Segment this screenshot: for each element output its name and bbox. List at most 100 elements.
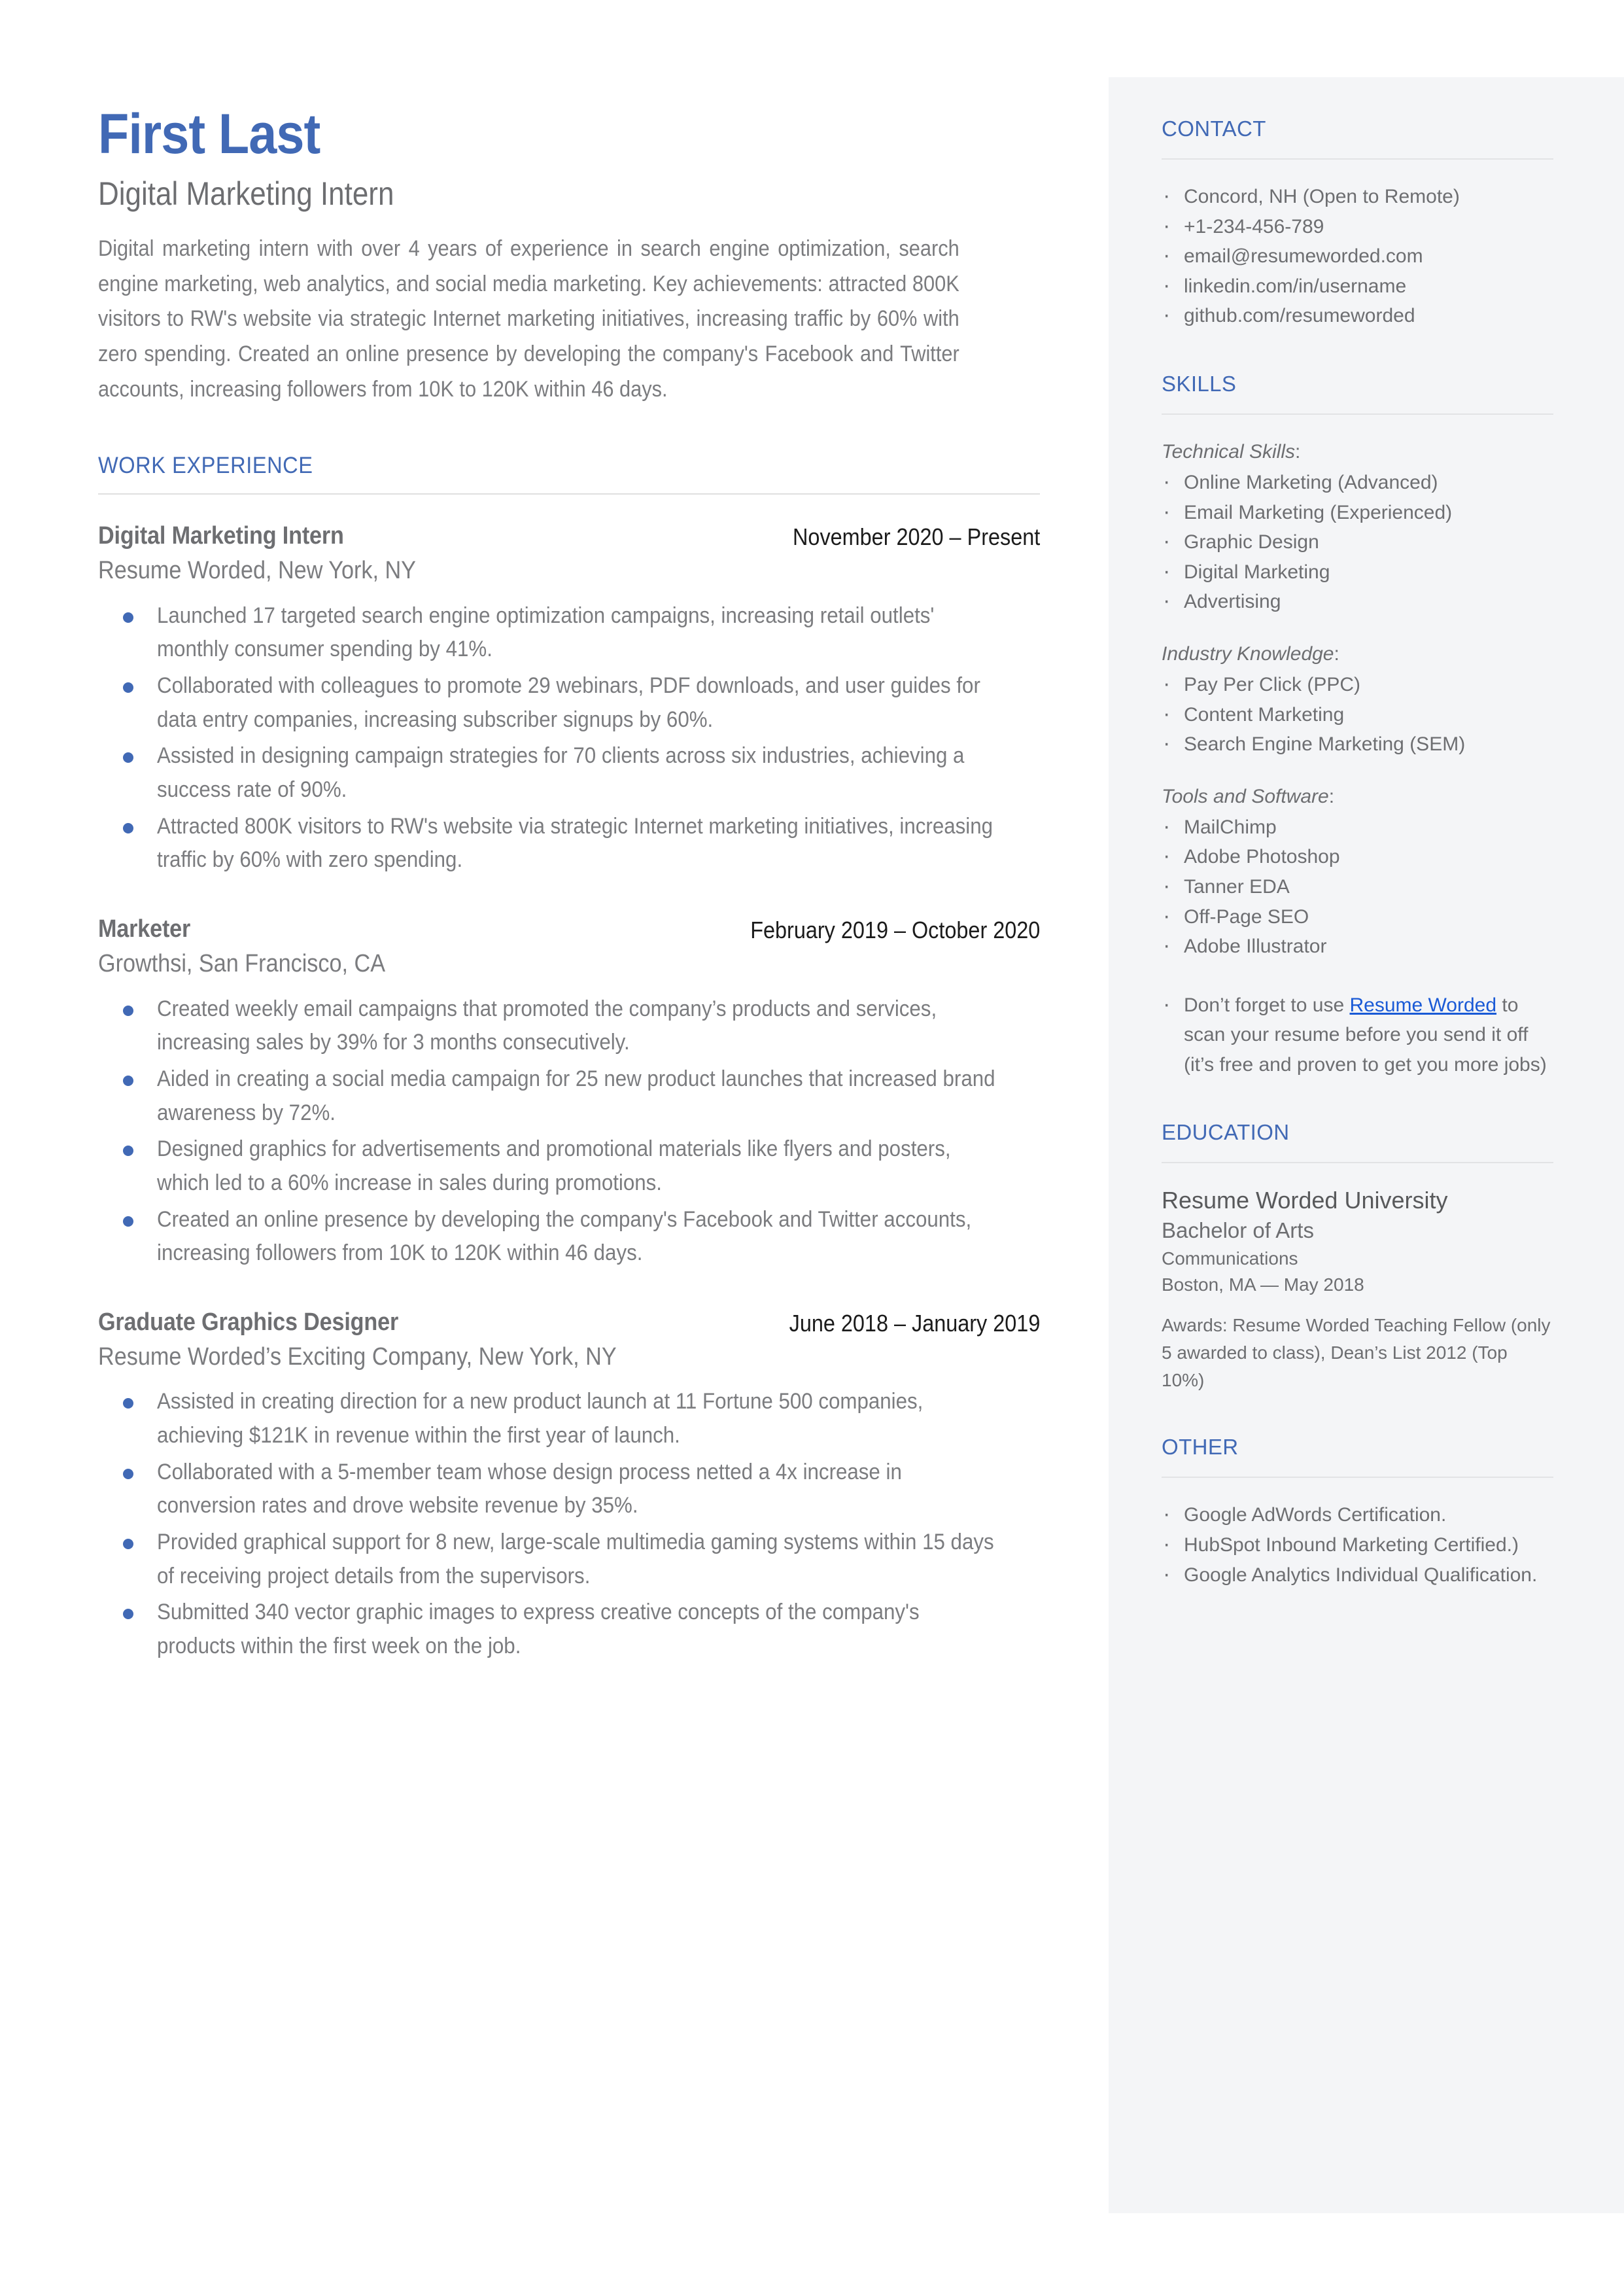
job-company-location: Resume Worded, New York, NY [98, 557, 416, 585]
summary-paragraph: Digital marketing intern with over 4 yea… [98, 236, 959, 402]
list-item: Submitted 340 vector graphic images to e… [98, 1596, 1007, 1663]
resume-worded-link[interactable]: Resume Worded [1349, 994, 1496, 1016]
section-title-education: EDUCATION [1162, 1120, 1290, 1145]
education-field: Communications [1162, 1248, 1298, 1269]
work-experience-entry: Marketer February 2019 – October 2020 Grow… [98, 915, 1040, 1270]
sidebar-section-other: OTHER Google AdWords Certification.HubSp… [1162, 1435, 1553, 1591]
bullet-text: Provided graphical support for 8 new, la… [157, 1530, 994, 1588]
contact-item: Concord, NH (Open to Remote) [1162, 179, 1553, 213]
section-divider [98, 493, 1040, 495]
contact-item: email@resumeworded.com [1162, 239, 1553, 272]
list-item: Online Marketing (Advanced) [1162, 465, 1553, 499]
skill-group-label: Tools and Software: [1162, 785, 1335, 807]
skill-group-label: Industry Knowledge: [1162, 642, 1339, 665]
list-item: Content Marketing [1162, 697, 1553, 731]
sidebar-section-skills: SKILLS Technical Skills:Online Marketing… [1162, 372, 1553, 1080]
bullet-text: Launched 17 targeted search engine optim… [157, 603, 935, 662]
work-experience-entry: Digital Marketing Intern November 2020 – … [98, 522, 1040, 877]
section-divider [1162, 413, 1553, 415]
skill-group: Tools and Software: MailChimpAdobe Photos… [1162, 782, 1553, 963]
job-company-location: Growthsi, San Francisco, CA [98, 950, 386, 978]
work-experience-entry: Graduate Graphics Designer June 2018 – Ja… [98, 1308, 1040, 1664]
job-title: Graduate Graphics Designer [98, 1308, 399, 1336]
job-bullet-list: Launched 17 targeted search engine optim… [98, 599, 1007, 877]
skill-group-colon: : [1334, 642, 1339, 665]
section-title-work-experience: WORK EXPERIENCE [98, 453, 313, 479]
list-item: Launched 17 targeted search engine optim… [98, 599, 1007, 667]
list-item: Assisted in creating direction for a new… [98, 1385, 1007, 1452]
job-company-location: Resume Worded’s Exciting Company, New Yo… [98, 1342, 617, 1371]
list-item: Collaborated with a 5-member team whose … [98, 1456, 1007, 1523]
main-column: First Last Digital Marketing Intern Digi… [98, 105, 1040, 1678]
list-item: Pay Per Click (PPC) [1162, 667, 1553, 701]
skill-group: Technical Skills:Online Marketing (Advan… [1162, 437, 1553, 618]
bullet-text: Collaborated with a 5-member team whose … [157, 1459, 902, 1518]
job-dates: February 2019 – October 2020 [750, 917, 1040, 944]
list-item: Digital Marketing [1162, 555, 1553, 588]
job-header-row: Marketer February 2019 – October 2020 [98, 915, 1040, 947]
list-item: Tanner EDA [1162, 869, 1553, 903]
list-item: Created weekly email campaigns that prom… [98, 992, 1007, 1060]
work-experience-list: Digital Marketing Intern November 2020 – … [98, 522, 1040, 1663]
section-title-skills: SKILLS [1162, 371, 1237, 396]
contact-item: github.com/resumeworded [1162, 298, 1553, 332]
skill-group-label: Technical Skills: [1162, 440, 1301, 463]
education-awards: Awards: Resume Worded Teaching Fellow (o… [1162, 1315, 1551, 1391]
list-item: Designed graphics for advertisements and… [98, 1132, 1007, 1200]
list-item: Google Analytics Individual Qualificatio… [1162, 1558, 1553, 1591]
contact-item: +1-234-456-789 [1162, 209, 1553, 243]
bullet-text: Created weekly email campaigns that prom… [157, 996, 937, 1055]
skill-list: MailChimpAdobe PhotoshopTanner EDAOff-Pa… [1162, 810, 1553, 963]
list-item: MailChimp [1162, 810, 1553, 843]
education-school: Resume Worded University [1162, 1187, 1448, 1214]
bullet-text: Attracted 800K visitors to RW's website … [157, 813, 993, 873]
job-bullet-list: Assisted in creating direction for a new… [98, 1385, 1007, 1663]
skill-groups: Technical Skills:Online Marketing (Advan… [1162, 437, 1553, 962]
section-divider [1162, 1162, 1553, 1164]
bullet-text: Collaborated with colleagues to promote … [157, 673, 980, 732]
education-degree: Bachelor of Arts [1162, 1218, 1314, 1243]
skill-group-colon: : [1328, 785, 1335, 807]
list-item: Attracted 800K visitors to RW's website … [98, 810, 1007, 877]
page-title: First Last [98, 103, 320, 166]
bullet-text: Submitted 340 vector graphic images to e… [157, 1600, 920, 1659]
sidebar-section-education: EDUCATION Resume Worded University Bache… [1162, 1120, 1553, 1394]
bullet-text: Assisted in creating direction for a new… [157, 1389, 924, 1448]
job-title: Marketer [98, 915, 191, 943]
list-item: Graphic Design [1162, 525, 1553, 558]
job-dates: June 2018 – January 2019 [789, 1309, 1040, 1337]
bullet-text: Designed graphics for advertisements and… [157, 1136, 951, 1195]
list-item: Email Marketing (Experienced) [1162, 495, 1553, 529]
job-dates: November 2020 – Present [792, 523, 1040, 551]
bullet-text: Assisted in designing campaign strategie… [157, 743, 965, 803]
bullet-text: Aided in creating a social media campaig… [157, 1066, 995, 1125]
job-header-row: Digital Marketing Intern November 2020 – … [98, 522, 1040, 553]
sidebar-section-contact: CONTACT Concord, NH (Open to Remote)+1-2… [1162, 116, 1553, 332]
section-title-other: OTHER [1162, 1435, 1239, 1460]
skill-group-colon: : [1294, 440, 1301, 463]
list-item: Aided in creating a social media campaig… [98, 1062, 1007, 1130]
sidebar-panel: CONTACT Concord, NH (Open to Remote)+1-2… [1109, 77, 1624, 2213]
job-title: Digital Marketing Intern [98, 522, 344, 550]
contact-item: linkedin.com/in/username [1162, 269, 1553, 302]
list-item: Advertising [1162, 584, 1553, 618]
job-header-row: Graduate Graphics Designer June 2018 – Ja… [98, 1308, 1040, 1340]
section-divider [1162, 1477, 1553, 1479]
skill-list: Pay Per Click (PPC)Content MarketingSear… [1162, 667, 1553, 760]
list-item: Search Engine Marketing (SEM) [1162, 727, 1553, 760]
note-prefix-text: Don’t forget to use [1184, 994, 1350, 1016]
education-location-date: Boston, MA — May 2018 [1162, 1274, 1364, 1295]
list-item: Off-Page SEO [1162, 900, 1553, 933]
skill-group: Industry Knowledge:Pay Per Click (PPC)Co… [1162, 639, 1553, 760]
list-item: Adobe Illustrator [1162, 929, 1553, 962]
bullet-text: Created an online presence by developing… [157, 1206, 972, 1266]
job-bullet-list: Created weekly email campaigns that prom… [98, 992, 1007, 1270]
resume-page: First Last Digital Marketing Intern Digi… [0, 0, 1624, 2295]
skill-list: Online Marketing (Advanced)Email Marketi… [1162, 465, 1553, 618]
section-title-contact: CONTACT [1162, 116, 1266, 141]
list-item: HubSpot Inbound Marketing Certified.) [1162, 1528, 1553, 1561]
headline-subtitle: Digital Marketing Intern [98, 175, 394, 213]
contact-list: Concord, NH (Open to Remote)+1-234-456-7… [1162, 179, 1553, 332]
